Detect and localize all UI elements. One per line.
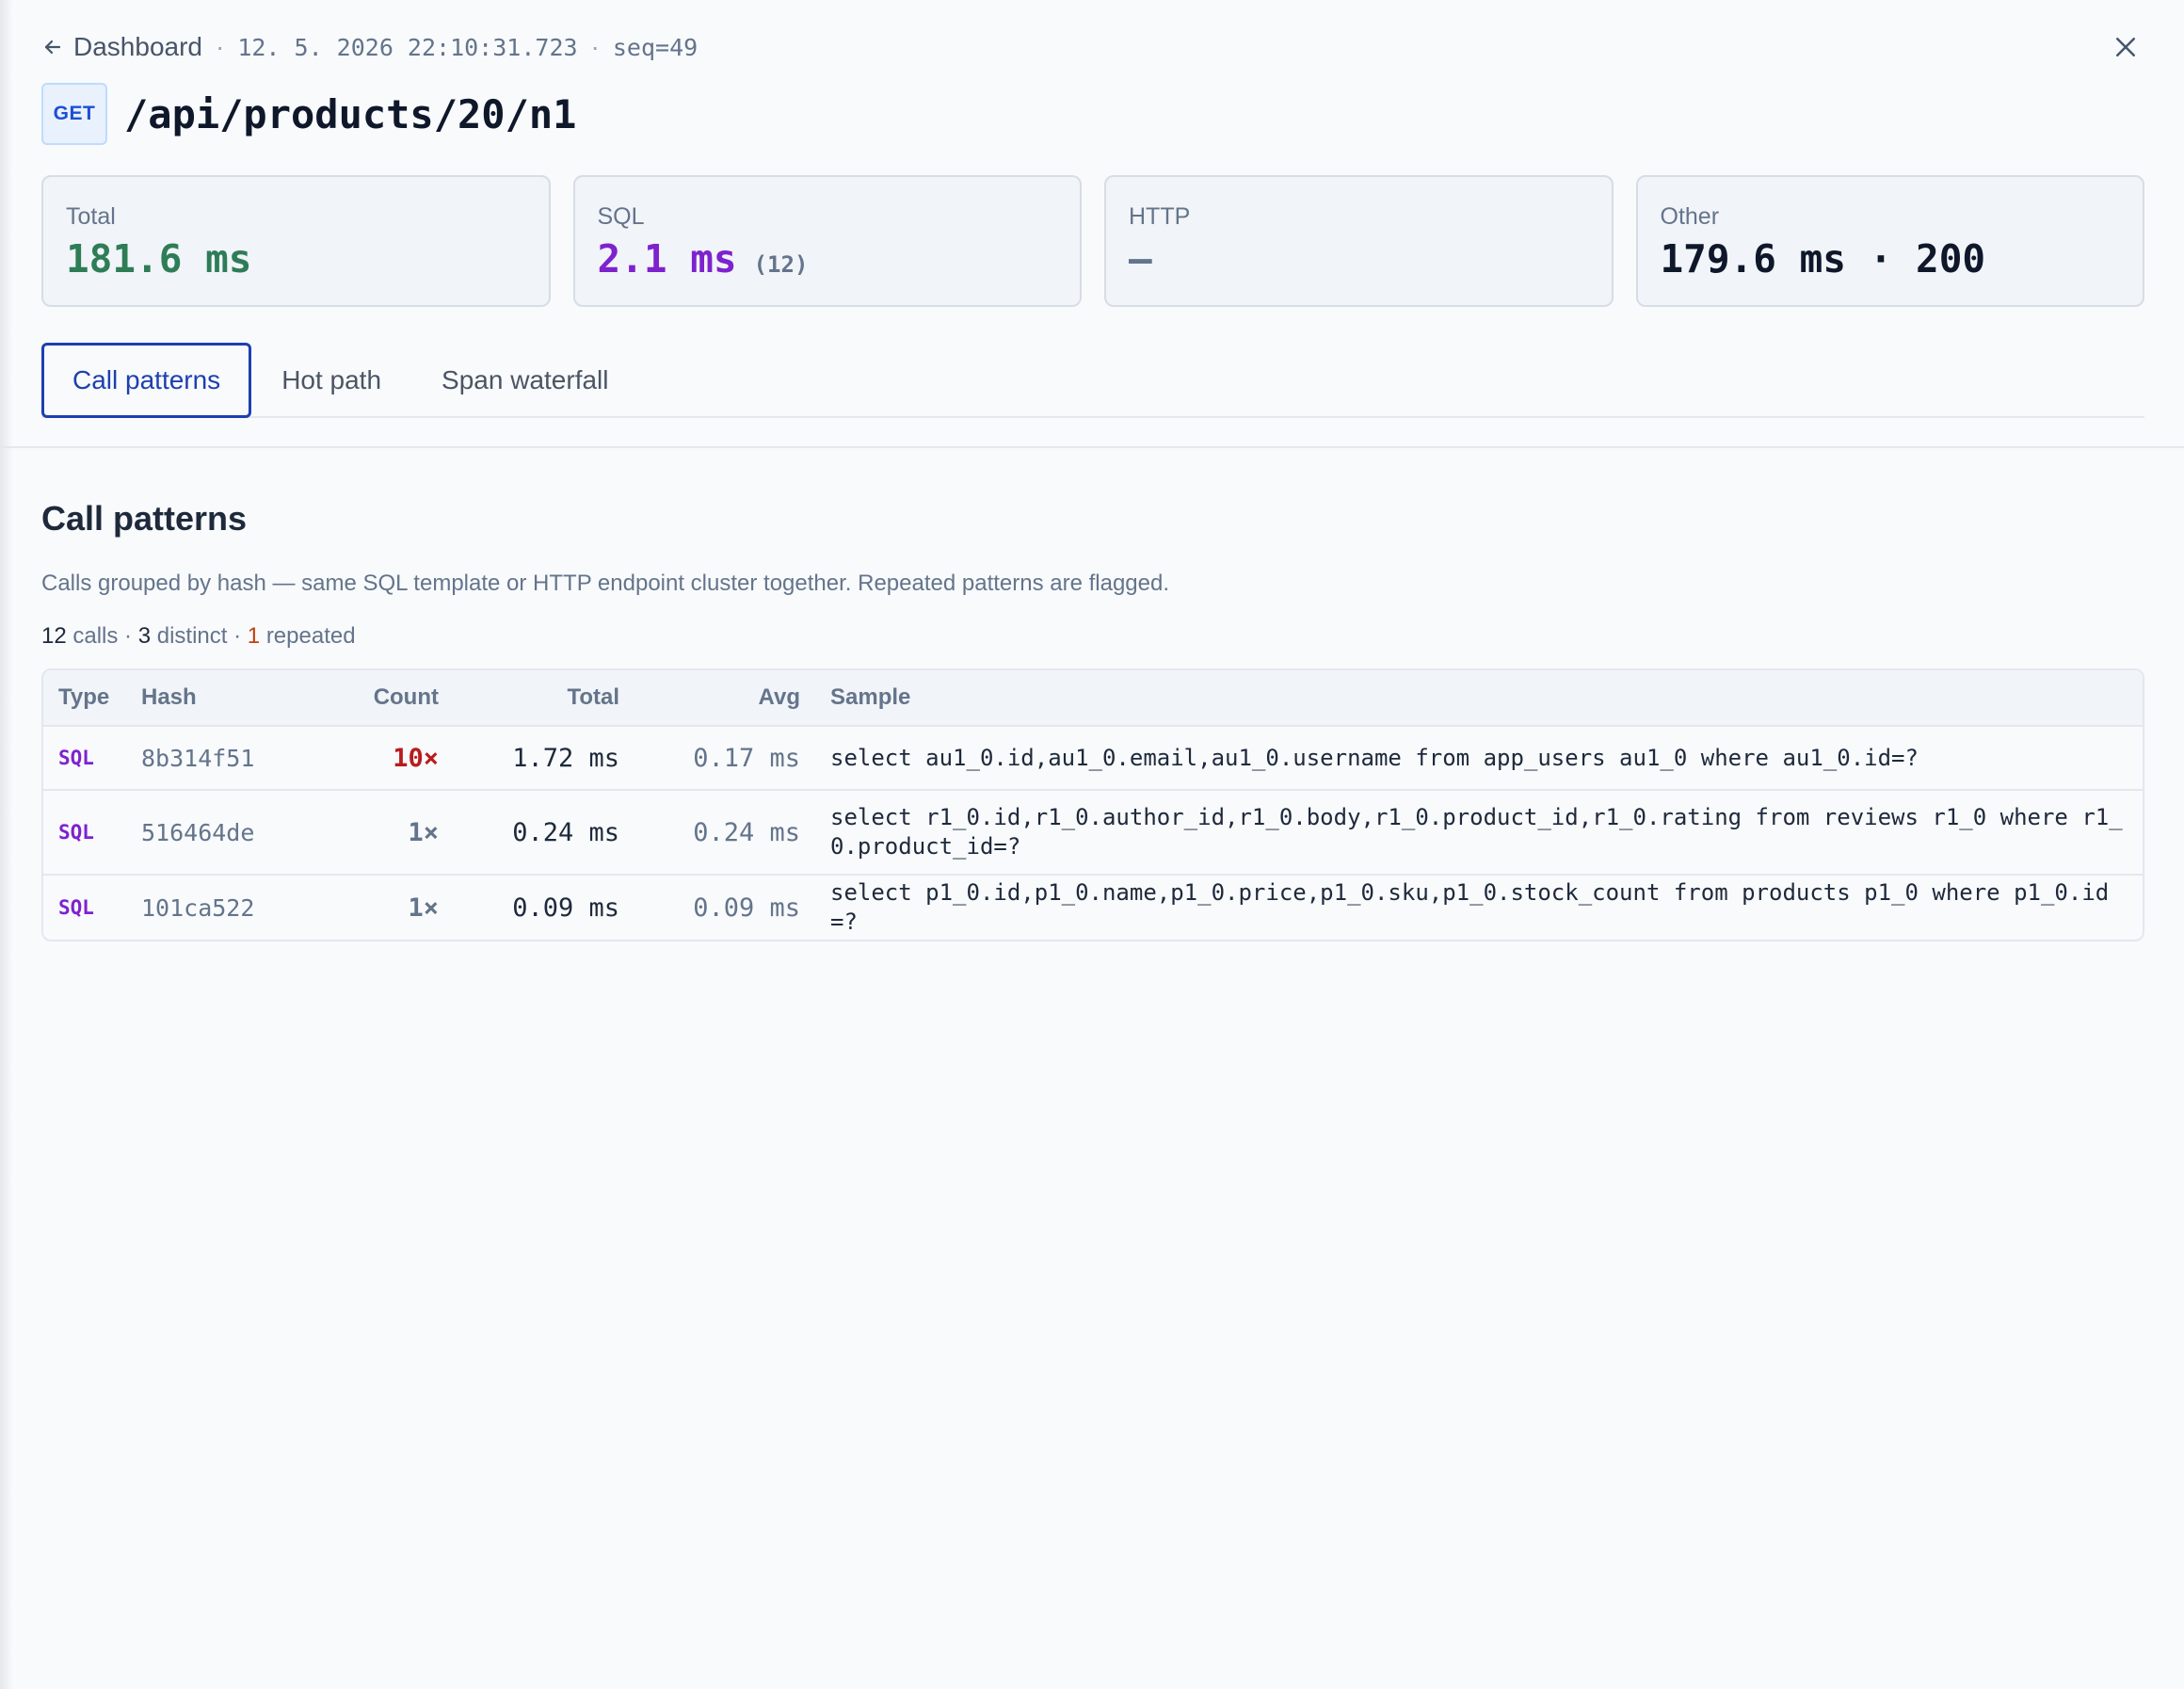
stat-label: Other (1660, 203, 1720, 230)
tab-hot-path[interactable]: Hot path (251, 343, 411, 418)
back-label: Dashboard (73, 32, 202, 61)
sql-call-count: (12) (753, 251, 809, 278)
close-icon (2116, 38, 2135, 56)
back-to-dashboard-link[interactable]: Dashboard (41, 32, 202, 62)
call-summary: 12 calls · 3 distinct · 1 repeated (41, 623, 356, 649)
summary-repeated-count: 1 (247, 623, 261, 649)
summary-repeated-label: repeated (265, 623, 356, 649)
separator-dot: · (215, 32, 225, 61)
close-button[interactable] (2109, 30, 2143, 64)
row-hash: 8b314f51 (141, 744, 255, 772)
request-title: GET /api/products/20/n1 (41, 83, 576, 145)
arrow-left-icon (44, 40, 61, 55)
row-count-repeated: 10× (393, 743, 439, 773)
table-row[interactable]: SQL 8b314f51 10× 1.72 ms 0.17 ms select … (43, 725, 2143, 789)
row-type: SQL (58, 747, 94, 769)
request-timestamp: 12. 5. 2026 22:10:31.723 (237, 33, 578, 61)
summary-distinct-label: distinct (156, 623, 228, 649)
row-hash: 101ca522 (141, 893, 255, 922)
tab-call-patterns[interactable]: Call patterns (41, 343, 252, 418)
column-header-sample: Sample (830, 684, 911, 710)
stat-card-other: Other 179.6 ms · 200 (1635, 175, 2144, 307)
stat-value: 179.6 ms · 200 (1661, 236, 2121, 282)
column-header-avg: Avg (758, 684, 800, 710)
row-sample-sql: select r1_0.id,r1_0.author_id,r1_0.body,… (830, 804, 2123, 860)
stat-value: — (1129, 236, 1589, 282)
row-avg: 0.24 ms (693, 817, 800, 847)
row-count: 1× (408, 893, 439, 923)
breadcrumb: Dashboard · 12. 5. 2026 22:10:31.723 · s… (41, 28, 698, 66)
table-header: Type Hash Count Total Avg Sample (43, 670, 2143, 725)
section-title: Call patterns (41, 499, 248, 538)
left-edge-shadow (0, 0, 13, 1689)
sql-time-value: 2.1 ms (597, 236, 737, 282)
section-description: Calls grouped by hash — same SQL templat… (41, 571, 1170, 596)
row-sample-sql: select p1_0.id,p1_0.name,p1_0.price,p1_0… (830, 879, 2110, 935)
stat-card-sql: SQL 2.1 ms (12) (572, 175, 1082, 307)
call-patterns-table: Type Hash Count Total Avg Sample SQL 8b3… (41, 668, 2144, 941)
stat-label: HTTP (1129, 203, 1191, 230)
stat-card-http: HTTP — (1104, 175, 1614, 307)
row-avg: 0.09 ms (693, 893, 800, 923)
stat-value: 2.1 ms (12) (598, 236, 1058, 282)
row-count: 1× (408, 817, 439, 847)
row-sample-sql: select au1_0.id,au1_0.email,au1_0.userna… (830, 744, 1919, 771)
table-row[interactable]: SQL 516464de 1× 0.24 ms 0.24 ms select r… (43, 789, 2143, 874)
row-avg: 0.17 ms (693, 743, 800, 773)
row-total: 0.24 ms (512, 817, 619, 847)
http-method-badge: GET (41, 83, 107, 145)
http-time-value: — (1129, 236, 1152, 282)
tab-span-waterfall[interactable]: Span waterfall (411, 343, 638, 418)
total-time-value: 181.6 ms (66, 236, 252, 282)
stat-label: Total (66, 203, 116, 230)
tab-bar: Call patterns Hot path Span waterfall (41, 343, 2144, 418)
row-hash: 516464de (141, 818, 255, 846)
sequence-number: seq=49 (612, 33, 699, 61)
row-type: SQL (58, 821, 94, 844)
stat-value: 181.6 ms (66, 236, 526, 282)
section-divider (0, 446, 2184, 448)
row-type: SQL (58, 896, 94, 919)
column-header-type: Type (58, 684, 110, 710)
other-time-value: 179.6 ms · 200 (1660, 236, 1986, 282)
column-header-hash: Hash (141, 684, 197, 710)
stat-label: SQL (597, 203, 645, 230)
column-header-total: Total (567, 684, 619, 710)
timing-stats: Total 181.6 ms SQL 2.1 ms (12) HTTP — Ot… (41, 175, 2144, 307)
column-header-count: Count (373, 684, 439, 710)
summary-distinct-count: 3 (137, 623, 152, 649)
row-total: 0.09 ms (512, 893, 619, 923)
stat-card-total: Total 181.6 ms (41, 175, 551, 307)
summary-calls-label: calls (72, 623, 119, 649)
summary-calls-count: 12 (41, 623, 67, 649)
table-row[interactable]: SQL 101ca522 1× 0.09 ms 0.09 ms select p… (43, 874, 2143, 940)
separator-dot: · (590, 32, 600, 61)
row-total: 1.72 ms (512, 743, 619, 773)
endpoint-path: /api/products/20/n1 (124, 90, 577, 137)
